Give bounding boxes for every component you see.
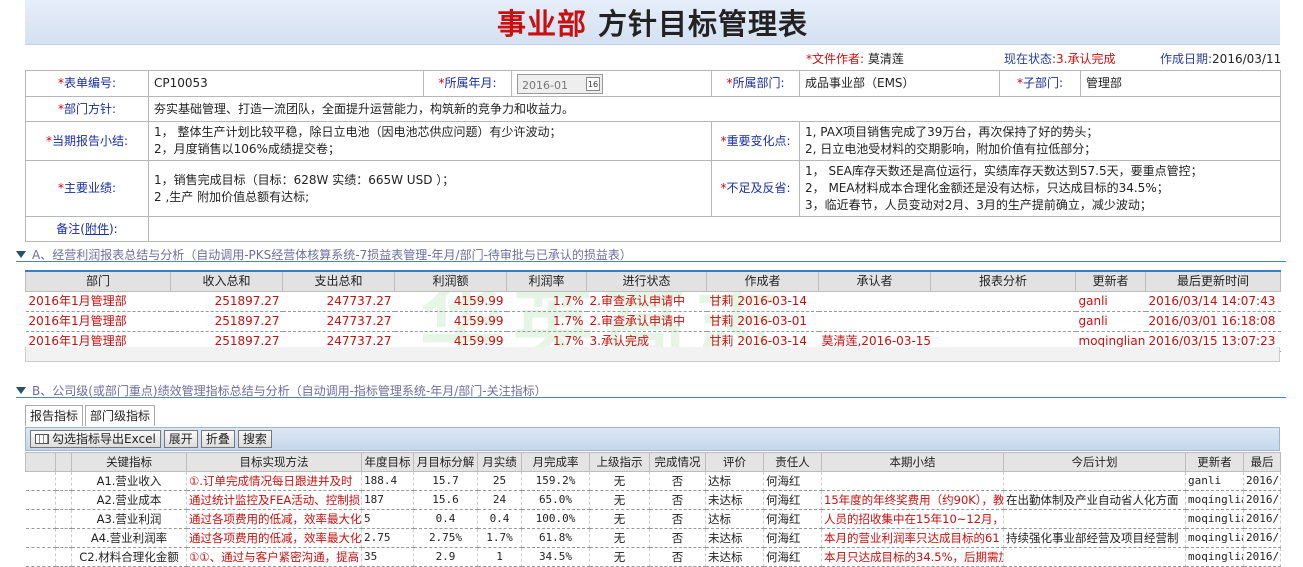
page-title: 事业部 方针目标管理表 <box>496 7 809 41</box>
table-row[interactable]: 2016年1月管理部 251897.27 247737.27 4159.99 1.7% 2… <box>25 311 1281 332</box>
issues-label: *不足及反省: <box>711 160 800 217</box>
dept-value: 成品事业部（EMS） <box>799 70 1000 97</box>
table-header-row: 关键指标 目标实现方法 年度目标 月目标分解 月实绩 月完成率 上级指示 完成情况 评价 责任人本… <box>25 452 1281 472</box>
profit-report-table: 部门 收入总和 支出总和 利润额 利润率 进行状态 作成者 承认者 报表分析 更… <box>25 270 1281 352</box>
col-header[interactable]: 本期小结 <box>821 452 1004 472</box>
col-header[interactable]: 进行状态 <box>586 270 707 292</box>
table-row[interactable]: A4.营业利润率 通过各项费用的低减，效率最大化 2.75 2.75% 1.7% 61.8… <box>25 528 1281 548</box>
policy-label: *部门方针: <box>25 96 149 122</box>
col-header[interactable]: 月实绩 <box>477 452 522 472</box>
title-banner: 事业部 方针目标管理表 <box>25 0 1280 45</box>
collapse-triangle-icon[interactable] <box>16 251 26 258</box>
table-row[interactable]: A3.营业利润 通过各项费用的低减，效率最大化 5 0.4 0.4 100.0% 无否达标何… <box>25 509 1281 529</box>
col-header[interactable]: 完成情况 <box>649 452 706 472</box>
col-header[interactable]: 最后更新时间 <box>1145 270 1281 292</box>
col-header[interactable]: 责任人 <box>763 452 822 472</box>
col-header[interactable]: 最后 <box>1243 452 1281 472</box>
col-header[interactable]: 利润率 <box>506 270 587 292</box>
changes-label: *重要变化点: <box>711 121 800 161</box>
col-header[interactable]: 作成者 <box>706 270 819 292</box>
table-row[interactable]: A1.营业收入 ①.订单完成情况每日跟进并及时 188.4 15.7 25 159.2% 无… <box>25 471 1281 491</box>
section-b-header[interactable]: B、公司级(或部门重点)绩效管理指标总结与分析（自动调用-指标管理系统-年月/部… <box>16 382 1286 398</box>
date-meta: 作成日期:2016/03/11 <box>1160 52 1282 66</box>
search-button[interactable]: 搜索 <box>237 430 272 448</box>
subdept-label: *子部门: <box>999 70 1081 97</box>
header-form: *表单编号: CP10053 *所属年月: 2016-01 16 *所属部门: 成… <box>25 70 1281 242</box>
col-header[interactable]: 报表分析 <box>930 270 1076 292</box>
changes-value: 1, PAX项目销售完成了39万台，再次保持了好的势头； 2, 日立电池受材料的… <box>799 121 1281 161</box>
col-header[interactable]: 关键指标 <box>71 452 187 472</box>
perf-label: *主要业绩: <box>25 160 149 217</box>
section-a-header[interactable]: A、经营利润报表总结与分析（自动调用-PKS经营体核算系统-7损益表管理-年月/… <box>16 246 1286 262</box>
table-row[interactable]: 2016年1月管理部 251897.27 247737.27 4159.99 1.7% 2… <box>25 291 1281 312</box>
table-row[interactable]: C2.材料合理化金额 ①①、通过与客户紧密沟通，提高 35 2.9 1 34.5% 无否未达… <box>25 547 1281 567</box>
col-header[interactable]: 部门 <box>25 270 171 292</box>
col-header[interactable]: 收入总和 <box>170 270 283 292</box>
col-header[interactable]: 更新者 <box>1075 270 1146 292</box>
status-meta: 现在状态:3.承认完成 <box>1004 52 1116 66</box>
col-header[interactable]: 支出总和 <box>282 270 395 292</box>
issues-value: 1， SEA库存天数还是高位运行，实绩库存天数达到57.5天，要重点管控； 2，… <box>799 160 1281 217</box>
col-header[interactable]: 上级指示 <box>589 452 650 472</box>
form-no-label: *表单编号: <box>25 70 149 97</box>
perf-value: 1，销售完成目标（目标：628W 实绩：665W USD ）； 2 ,生产 附加… <box>148 160 712 217</box>
author-meta: *文件作者: 莫清莲 <box>806 52 904 66</box>
summary-value: 1， 整体生产计划比较平稳，除日立电池（因电池芯供应问题）有少许波动； 2，月度… <box>148 121 712 161</box>
dept-label: *所属部门: <box>711 70 800 97</box>
year-month-cell: 2016-01 16 <box>511 70 712 97</box>
calendar-icon[interactable]: 16 <box>586 76 600 91</box>
col-header[interactable]: 承认者 <box>818 270 931 292</box>
summary-label: *当期报告小结: <box>25 121 149 161</box>
remark-value[interactable] <box>148 216 1281 242</box>
tab-dept-indicators[interactable]: 部门级指标 <box>85 405 156 426</box>
col-header[interactable]: 更新者 <box>1185 452 1244 472</box>
attachment-link[interactable]: 附件 <box>85 222 109 236</box>
indicator-toolbar: 勾选指标导出Excel 展开 折叠 搜索 <box>25 427 1280 451</box>
indicator-tabs: 报告指标 部门级指标 <box>25 405 157 426</box>
table-row[interactable]: A2.营业成本 通过统计监控及FEA活动、控制损 187 15.6 24 65.0% 无否未… <box>25 490 1281 510</box>
expand-button[interactable]: 展开 <box>163 430 198 448</box>
collapse-button[interactable]: 折叠 <box>200 430 235 448</box>
policy-value: 夯实基础管理、打造一流团队，全面提升运营能力，构筑新的竞争力和收益力。 <box>148 96 1281 122</box>
table-header-row: 部门 收入总和 支出总和 利润额 利润率 进行状态 作成者 承认者 报表分析 更… <box>25 270 1281 292</box>
export-excel-button[interactable]: 勾选指标导出Excel <box>30 430 161 448</box>
remark-label: 备注(附件): <box>25 216 149 242</box>
col-header[interactable]: 月完成率 <box>521 452 590 472</box>
col-header[interactable]: 目标实现方法 <box>186 452 362 472</box>
tab-report-indicators[interactable]: 报告指标 <box>25 405 84 426</box>
year-month-label: *所属年月: <box>423 70 512 97</box>
excel-icon <box>35 434 49 444</box>
col-header[interactable]: 利润额 <box>394 270 507 292</box>
col-header[interactable]: 评价 <box>705 452 764 472</box>
col-header[interactable]: 今后计划 <box>1003 452 1186 472</box>
subdept-value: 管理部 <box>1080 70 1281 97</box>
table-footer <box>25 347 1280 362</box>
year-month-input[interactable]: 2016-01 16 <box>517 73 603 94</box>
col-header[interactable]: 年度目标 <box>361 452 414 472</box>
collapse-triangle-icon[interactable] <box>16 387 26 394</box>
form-no-value: CP10053 <box>148 70 424 97</box>
indicator-table: 关键指标 目标实现方法 年度目标 月目标分解 月实绩 月完成率 上级指示 完成情况 评价 责任人本… <box>25 452 1281 567</box>
col-header[interactable]: 月目标分解 <box>413 452 478 472</box>
